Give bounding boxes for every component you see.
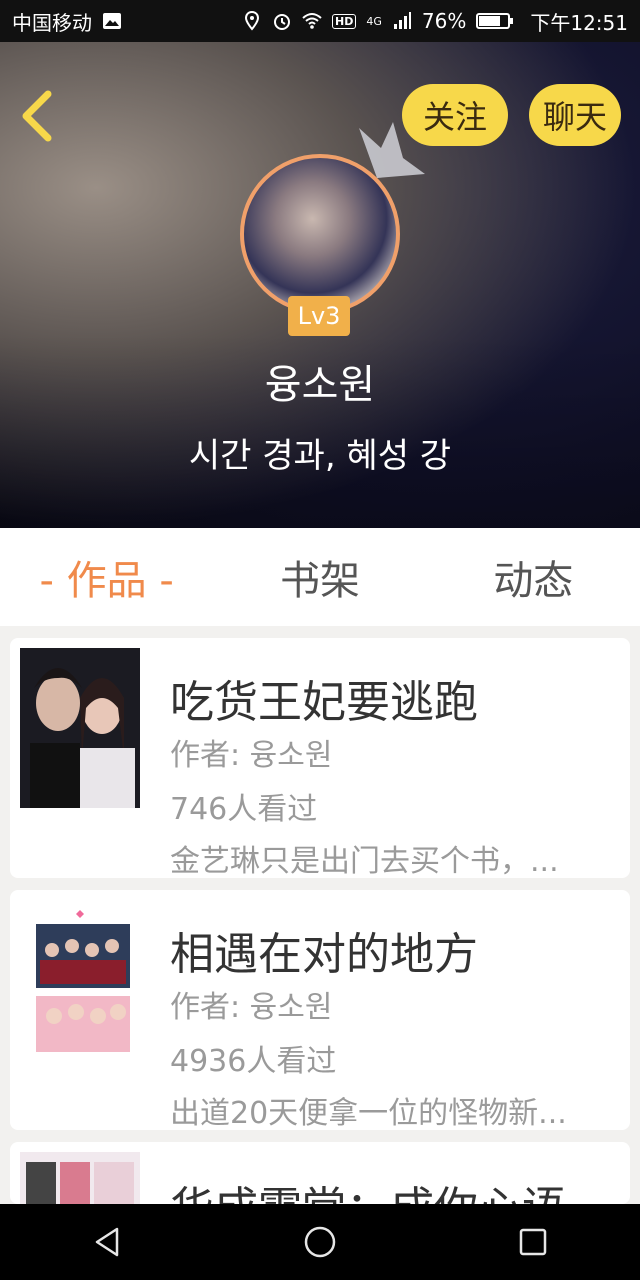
status-bar: 中国移动 HD 4G 76% 下午12:51 [0, 0, 640, 42]
tab-works[interactable]: - 作品 - [0, 548, 213, 606]
location-icon [245, 11, 260, 31]
signal-icon [393, 12, 411, 29]
work-card[interactable]: 相遇在对的地方 作者: 융소원 4936人看过 出道20天便拿一位的怪物新... [10, 890, 630, 1130]
work-title: 相遇在对的地方 [170, 929, 478, 980]
work-card[interactable]: 吃货王妃要逃跑 作者: 융소원 746人看过 金艺琳只是出门去买个书，... [10, 638, 630, 878]
nav-home-button[interactable] [290, 1212, 350, 1272]
profile-header: 关注 聊天 Lv3 융소원 시간 경과, 혜성 강 [0, 42, 640, 528]
crown-icon [359, 122, 425, 178]
wifi-icon [302, 13, 322, 29]
nav-back-button[interactable] [77, 1212, 137, 1272]
back-chevron-icon[interactable] [18, 90, 58, 142]
work-views: 4936人看过 [170, 1044, 337, 1079]
user-signature: 시간 경과, 혜성 강 [188, 436, 452, 476]
carrier-label: 中国移动 [12, 10, 92, 35]
network-type: 4G [366, 14, 382, 28]
hd-badge: HD [332, 13, 357, 29]
work-title: 华成霜堂：成你心语 [170, 1172, 566, 1204]
user-name: 융소원 [264, 362, 376, 408]
level-badge: Lv3 [288, 296, 350, 336]
battery-icon [476, 13, 514, 29]
clock: 下午12:51 [530, 10, 628, 35]
home-circle-icon [304, 1226, 336, 1258]
back-triangle-icon [95, 1227, 118, 1257]
work-views: 746人看过 [170, 792, 318, 827]
work-title: 吃货王妃要逃跑 [170, 677, 478, 728]
work-author: 作者: 융소원 [170, 990, 333, 1025]
tab-bookshelf[interactable]: 书架 [213, 548, 426, 606]
system-nav-bar [0, 1204, 640, 1280]
battery-percent: 76% [421, 9, 467, 33]
image-notification-icon [103, 13, 121, 29]
recents-square-icon [520, 1228, 547, 1256]
work-cover-image [20, 900, 140, 1060]
work-author: 作者: 융소원 [170, 738, 333, 773]
work-cover-image [20, 1152, 140, 1204]
work-cover-image [20, 648, 140, 808]
work-description: 金艺琳只是出门去买个书，... [170, 844, 559, 878]
profile-tabs: - 作品 - 书架 动态 [0, 528, 640, 626]
chat-button[interactable]: 聊天 [529, 84, 621, 146]
tab-activity[interactable]: 动态 [427, 548, 640, 606]
work-description: 出道20天便拿一位的怪物新... [170, 1096, 567, 1130]
alarm-icon [274, 14, 291, 30]
nav-recents-button[interactable] [503, 1212, 563, 1272]
work-card[interactable]: 华成霜堂：成你心语 [10, 1142, 630, 1204]
